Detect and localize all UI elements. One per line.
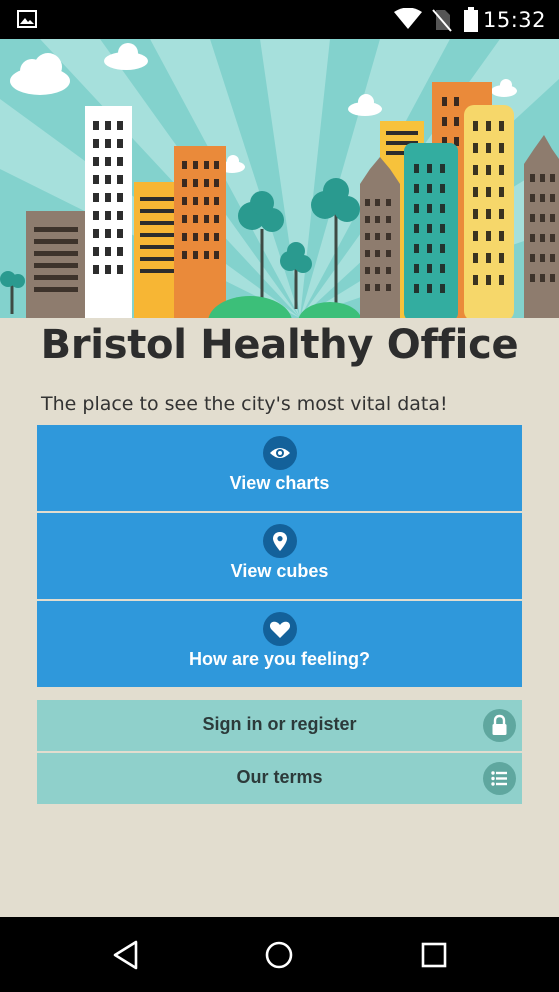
battery-icon <box>464 7 478 37</box>
app-subtitle: The place to see the city's most vital d… <box>41 393 448 415</box>
navigation-bar <box>0 917 559 992</box>
city-skyline-illustration <box>0 39 559 318</box>
image-notification-icon <box>17 10 37 33</box>
sign-in-button[interactable]: Sign in or register <box>37 700 522 751</box>
back-icon[interactable] <box>107 937 147 973</box>
app-title: Bristol Healthy Office <box>40 322 519 368</box>
status-bar: 15:32 <box>0 0 559 39</box>
sign-in-label: Sign in or register <box>202 714 357 734</box>
eye-icon <box>262 436 297 470</box>
map-pin-icon <box>262 524 297 558</box>
view-charts-label: View charts <box>229 473 330 493</box>
feeling-button[interactable]: How are you feeling? <box>37 601 522 687</box>
view-cubes-label: View cubes <box>230 561 329 581</box>
no-sim-icon <box>432 8 452 37</box>
view-charts-button[interactable]: View charts <box>37 425 522 511</box>
status-time: 15:32 <box>482 8 546 32</box>
list-icon <box>483 762 516 795</box>
terms-button[interactable]: Our terms <box>37 753 522 804</box>
heart-icon <box>262 612 297 646</box>
lock-icon <box>483 709 516 742</box>
feeling-label: How are you feeling? <box>188 649 371 669</box>
view-cubes-button[interactable]: View cubes <box>37 513 522 599</box>
recents-icon[interactable] <box>414 937 454 973</box>
wifi-icon <box>394 7 422 35</box>
terms-label: Our terms <box>236 767 323 787</box>
home-icon[interactable] <box>259 937 299 973</box>
